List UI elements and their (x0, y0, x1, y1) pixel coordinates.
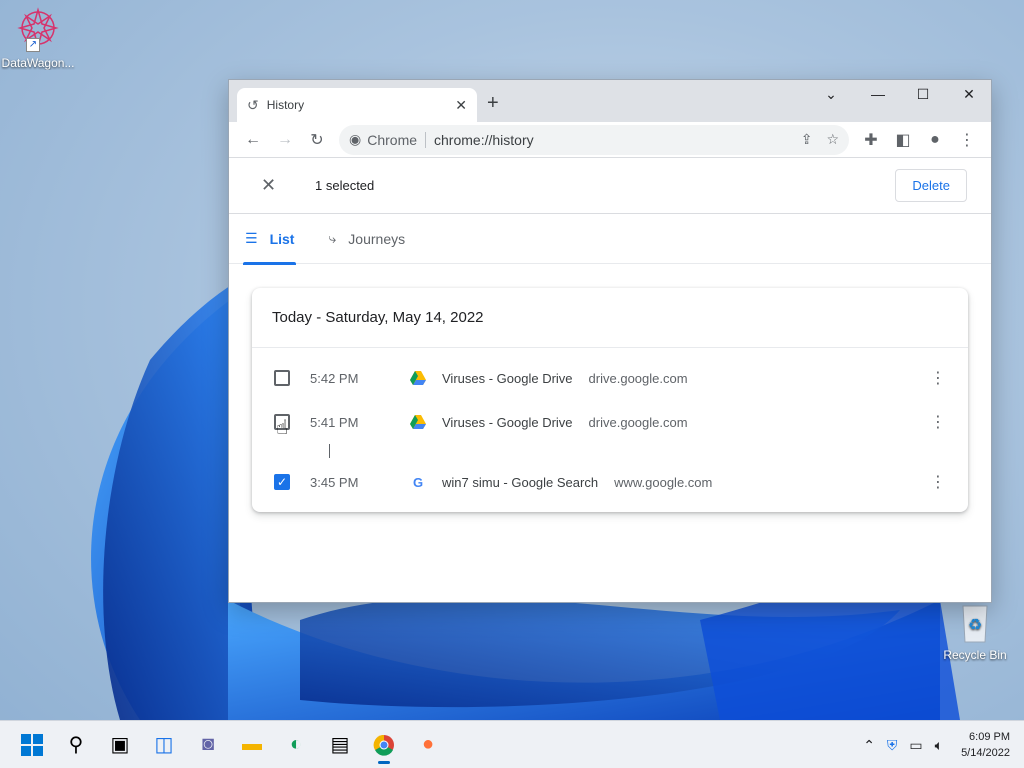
more-actions-icon[interactable]: ⋮ (922, 472, 954, 492)
svg-text:♻: ♻ (968, 615, 982, 634)
new-tab-button[interactable]: + (487, 92, 499, 115)
list-icon: ☰ (245, 230, 258, 246)
back-button[interactable]: ← (237, 124, 269, 156)
desktop-icon-label: Recycle Bin (943, 648, 1007, 662)
tab-journeys[interactable]: ⤷ Journeys (328, 214, 405, 264)
tab-history[interactable]: ↺ History ✕ (237, 88, 477, 122)
history-entry[interactable]: ✓ 3:45 PM G win7 simu - Google Search ww… (252, 460, 968, 504)
start-icon[interactable] (12, 725, 52, 765)
history-entry[interactable]: 5:42 PM Viruses - Google Drive drive.goo… (252, 356, 968, 400)
entry-title[interactable]: Viruses - Google Drive (442, 415, 573, 430)
clock-time: 6:09 PM (969, 731, 1010, 743)
profile-avatar-icon[interactable]: ● (919, 124, 951, 156)
history-tabs: ☰ List ⤷ Journeys (229, 214, 991, 265)
close-tab-icon[interactable]: ✕ (455, 97, 467, 114)
firefox-icon[interactable]: ● (408, 725, 448, 765)
share-icon[interactable]: ⇪ (801, 131, 813, 148)
origin-chip: Chrome (367, 131, 427, 148)
menu-kebab-icon[interactable]: ⋮ (951, 124, 983, 156)
store-icon[interactable]: ▤ (320, 725, 360, 765)
entry-domain: drive.google.com (588, 370, 688, 386)
bookmark-star-icon[interactable]: ☆ (826, 131, 839, 148)
more-actions-icon[interactable]: ⋮ (922, 368, 954, 388)
recycle-bin-icon: ♻ (951, 598, 999, 646)
entry-domain: www.google.com (614, 474, 713, 490)
desktop-icon-label: DataWagon... (1, 56, 75, 70)
volume-icon[interactable]: 🔈︎ (935, 737, 943, 754)
journeys-icon: ⤷ (328, 230, 337, 246)
entry-title[interactable]: win7 simu - Google Search (442, 475, 598, 490)
selection-toolbar: ✕ 1 selected Delete (229, 158, 991, 214)
chat-icon[interactable]: ◙ (188, 725, 228, 765)
entry-checkbox-checked[interactable]: ✓ (274, 474, 290, 490)
chrome-window: ↺ History ✕ + ⌄ — ☐ ✕ ← → ↻ ◉ Chrome chr… (228, 79, 992, 603)
history-entry[interactable]: 5:41 PM Viruses - Google Drive drive.goo… (252, 400, 968, 444)
chrome-site-icon: ◉ (349, 131, 362, 147)
entry-time: 3:45 PM (310, 474, 359, 490)
google-g-icon: G (412, 474, 424, 490)
forward-button[interactable]: → (269, 124, 301, 156)
delete-button[interactable]: Delete (895, 169, 967, 202)
entry-time: 5:41 PM (310, 414, 359, 430)
reload-button[interactable]: ↻ (301, 124, 333, 156)
tab-label: List (269, 230, 295, 247)
clock[interactable]: 6:09 PM 5/14/2022 (961, 729, 1010, 761)
system-tray: ⌃ ⛨ ▭ 🔈︎ 6:09 PM 5/14/2022 (851, 721, 1010, 768)
network-icon[interactable]: ▭ (909, 737, 922, 754)
widgets-icon[interactable]: ◫ (144, 725, 184, 765)
extensions-icon[interactable]: ✚ (855, 124, 887, 156)
chrome-icon[interactable] (364, 725, 404, 765)
shortcut-arrow-icon: ↗ (26, 38, 40, 52)
security-shield-icon[interactable]: ⛨ (887, 737, 898, 754)
text-cursor (329, 444, 330, 458)
side-panel-icon[interactable]: ◧ (887, 124, 919, 156)
hand-cursor-icon: ☝ (276, 417, 289, 439)
url-text: chrome://history (434, 131, 534, 148)
search-icon[interactable]: ⚲ (56, 725, 96, 765)
chevron-up-icon[interactable]: ⌃ (863, 737, 875, 754)
entry-domain: drive.google.com (588, 414, 688, 430)
browser-toolbar: ← → ↻ ◉ Chrome chrome://history ⇪ ☆ ✚ ◧ … (229, 122, 991, 158)
selection-count: 1 selected (315, 178, 375, 193)
task-view-icon[interactable]: ▣ (100, 725, 140, 765)
clock-date: 5/14/2022 (961, 747, 1010, 759)
history-icon: ↺ (247, 96, 259, 113)
day-header: Today - Saturday, May 14, 2022 (252, 288, 968, 348)
datawagon-app-icon: ↗ (14, 6, 62, 54)
file-explorer-icon[interactable]: ▬ (232, 725, 272, 765)
close-window-button[interactable]: ✕ (954, 86, 984, 103)
history-day-card: Today - Saturday, May 14, 2022 5:42 PM V… (252, 288, 968, 512)
maximize-button[interactable]: ☐ (908, 86, 938, 103)
clear-selection-icon[interactable]: ✕ (261, 175, 285, 196)
entry-title[interactable]: Viruses - Google Drive (442, 371, 573, 386)
desktop-icon-datawagon[interactable]: ↗ DataWagon... (0, 6, 78, 70)
tab-list[interactable]: ☰ List (242, 214, 297, 265)
desktop-icon-recycle-bin[interactable]: ♻ Recycle Bin (935, 598, 1015, 662)
minimize-button[interactable]: — (863, 86, 893, 102)
google-drive-icon (410, 370, 426, 386)
address-bar[interactable]: ◉ Chrome chrome://history ⇪ ☆ (339, 124, 849, 155)
entry-checkbox[interactable] (274, 370, 290, 386)
google-drive-icon (410, 414, 426, 430)
chevron-down-icon[interactable]: ⌄ (816, 86, 846, 103)
more-actions-icon[interactable]: ⋮ (922, 412, 954, 432)
edge-icon[interactable]: ◐ (276, 725, 316, 765)
tab-label: Journeys (348, 230, 406, 247)
tab-title: History (266, 98, 305, 112)
taskbar: ⚲ ▣ ◫ ◙ ▬ ◐ ▤ ● ⌃ ⛨ ▭ 🔈︎ 6:09 PM 5/14/20… (0, 720, 1024, 768)
entry-time: 5:42 PM (310, 370, 359, 386)
title-bar: ↺ History ✕ + ⌄ — ☐ ✕ (229, 80, 991, 122)
